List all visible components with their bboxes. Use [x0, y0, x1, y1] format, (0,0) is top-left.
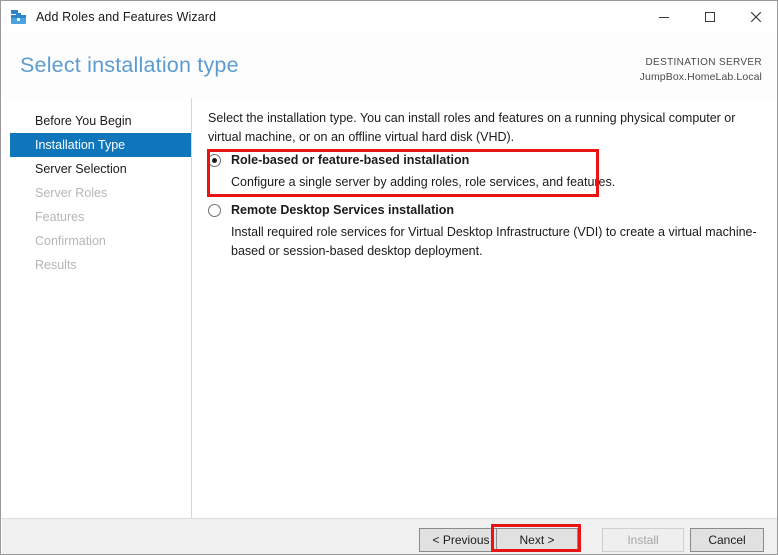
background-watermark: · · · · · · [326, 471, 397, 483]
server-toolbox-icon [10, 8, 28, 26]
wizard-body: Before You Begin Installation Type Serve… [2, 98, 777, 518]
sidebar-item-confirmation: Confirmation [35, 234, 106, 248]
destination-server-label: DESTINATION SERVER [645, 57, 762, 68]
maximize-icon[interactable] [687, 1, 733, 32]
option-header-row: Remote Desktop Services installation [208, 202, 764, 219]
window-title: Add Roles and Features Wizard [36, 9, 217, 24]
wizard-navigation: Before You Begin Installation Type Serve… [2, 98, 192, 518]
sidebar-item-server-selection[interactable]: Server Selection [10, 157, 190, 181]
wizard-window: Add Roles and Features Wizard Select ins… [0, 0, 778, 555]
install-button: Install [602, 528, 684, 552]
cancel-button[interactable]: Cancel [690, 528, 764, 552]
wizard-header: Select installation type DESTINATION SER… [2, 32, 777, 98]
option-header-row: Role-based or feature-based installation [208, 152, 764, 169]
wizard-content: Select the installation type. You can in… [193, 98, 777, 518]
window-controls [641, 1, 777, 32]
sidebar-item-server-roles: Server Roles [35, 186, 108, 200]
radio-role-based-installation[interactable] [208, 154, 221, 167]
next-button[interactable]: Next > [496, 528, 578, 552]
sidebar-item-before-you-begin[interactable]: Before You Begin [10, 109, 190, 133]
wizard-footer: < Previous Next > Install Cancel [2, 518, 777, 554]
sidebar-item-results: Results [35, 258, 77, 272]
option-title-role-based: Role-based or feature-based installation [231, 153, 470, 167]
installation-option-role-based[interactable]: Role-based or feature-based installation… [208, 152, 764, 192]
title-bar: Add Roles and Features Wizard [1, 1, 777, 32]
sidebar-item-features: Features [35, 210, 85, 224]
close-icon[interactable] [733, 1, 777, 32]
instruction-text: Select the installation type. You can in… [208, 111, 736, 144]
minimize-icon[interactable] [641, 1, 687, 32]
option-title-remote-desktop: Remote Desktop Services installation [231, 203, 454, 217]
installation-option-remote-desktop[interactable]: Remote Desktop Services installation Ins… [208, 202, 764, 261]
previous-button[interactable]: < Previous [419, 528, 503, 552]
destination-server-block: DESTINATION SERVER JumpBox.HomeLab.Local [640, 56, 762, 84]
option-description-remote-desktop: Install required role services for Virtu… [231, 224, 757, 258]
option-description-role-based: Configure a single server by adding role… [231, 174, 616, 189]
page-title: Select installation type [20, 53, 239, 77]
destination-server-value: JumpBox.HomeLab.Local [639, 70, 762, 83]
radio-remote-desktop-services-installation[interactable] [208, 204, 221, 217]
sidebar-item-installation-type[interactable]: Installation Type [10, 133, 191, 157]
